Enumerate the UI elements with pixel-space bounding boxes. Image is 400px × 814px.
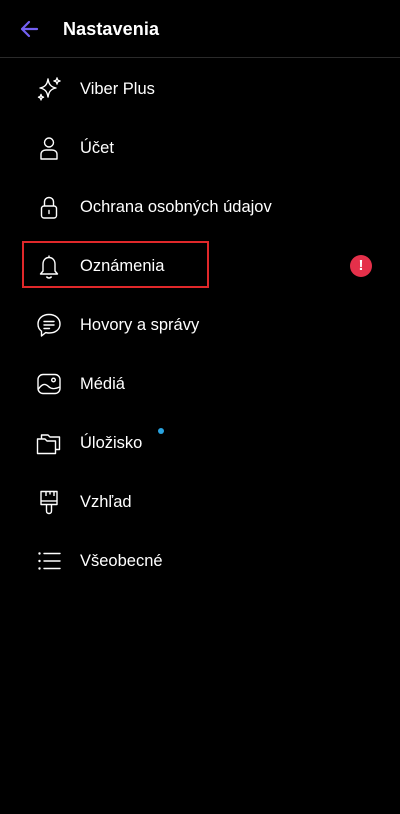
menu-item-viber-plus[interactable]: Viber Plus	[0, 59, 400, 118]
sparkles-icon	[35, 75, 63, 103]
folders-icon	[35, 429, 63, 457]
menu-label-account: Účet	[80, 139, 114, 157]
menu-label-viber-plus: Viber Plus	[80, 80, 155, 98]
bell-icon	[35, 252, 63, 280]
menu-item-storage[interactable]: Úložisko	[0, 413, 400, 472]
menu-item-general[interactable]: Všeobecné	[0, 531, 400, 590]
menu-item-appearance[interactable]: Vzhľad	[0, 472, 400, 531]
back-button[interactable]	[12, 12, 46, 46]
paintbrush-icon	[35, 488, 63, 516]
menu-item-calls-messages[interactable]: Hovory a správy	[0, 295, 400, 354]
menu-item-notifications[interactable]: Oznámenia !	[0, 236, 400, 295]
menu-item-account[interactable]: Účet	[0, 118, 400, 177]
image-icon	[35, 370, 63, 398]
lock-icon	[35, 193, 63, 221]
menu-item-media[interactable]: Médiá	[0, 354, 400, 413]
list-icon	[35, 547, 63, 575]
menu-label-storage: Úložisko	[80, 434, 143, 452]
menu-item-privacy[interactable]: Ochrana osobných údajov	[0, 177, 400, 236]
menu-label-calls-messages: Hovory a správy	[80, 316, 200, 334]
app-header: Nastavenia	[0, 0, 400, 58]
menu-label-notifications: Oznámenia	[80, 257, 165, 275]
settings-menu: Viber Plus Účet Ochrana osobných údajov	[0, 59, 400, 590]
menu-label-media: Médiá	[80, 375, 125, 393]
new-dot-badge	[158, 428, 164, 434]
chat-bubble-icon	[35, 311, 63, 339]
menu-label-general: Všeobecné	[80, 552, 163, 570]
page-title: Nastavenia	[63, 19, 160, 39]
person-icon	[35, 134, 63, 162]
menu-label-privacy: Ochrana osobných údajov	[80, 198, 272, 216]
menu-label-appearance: Vzhľad	[80, 493, 132, 511]
alert-badge: !	[350, 255, 372, 277]
arrow-left-icon	[18, 18, 40, 40]
